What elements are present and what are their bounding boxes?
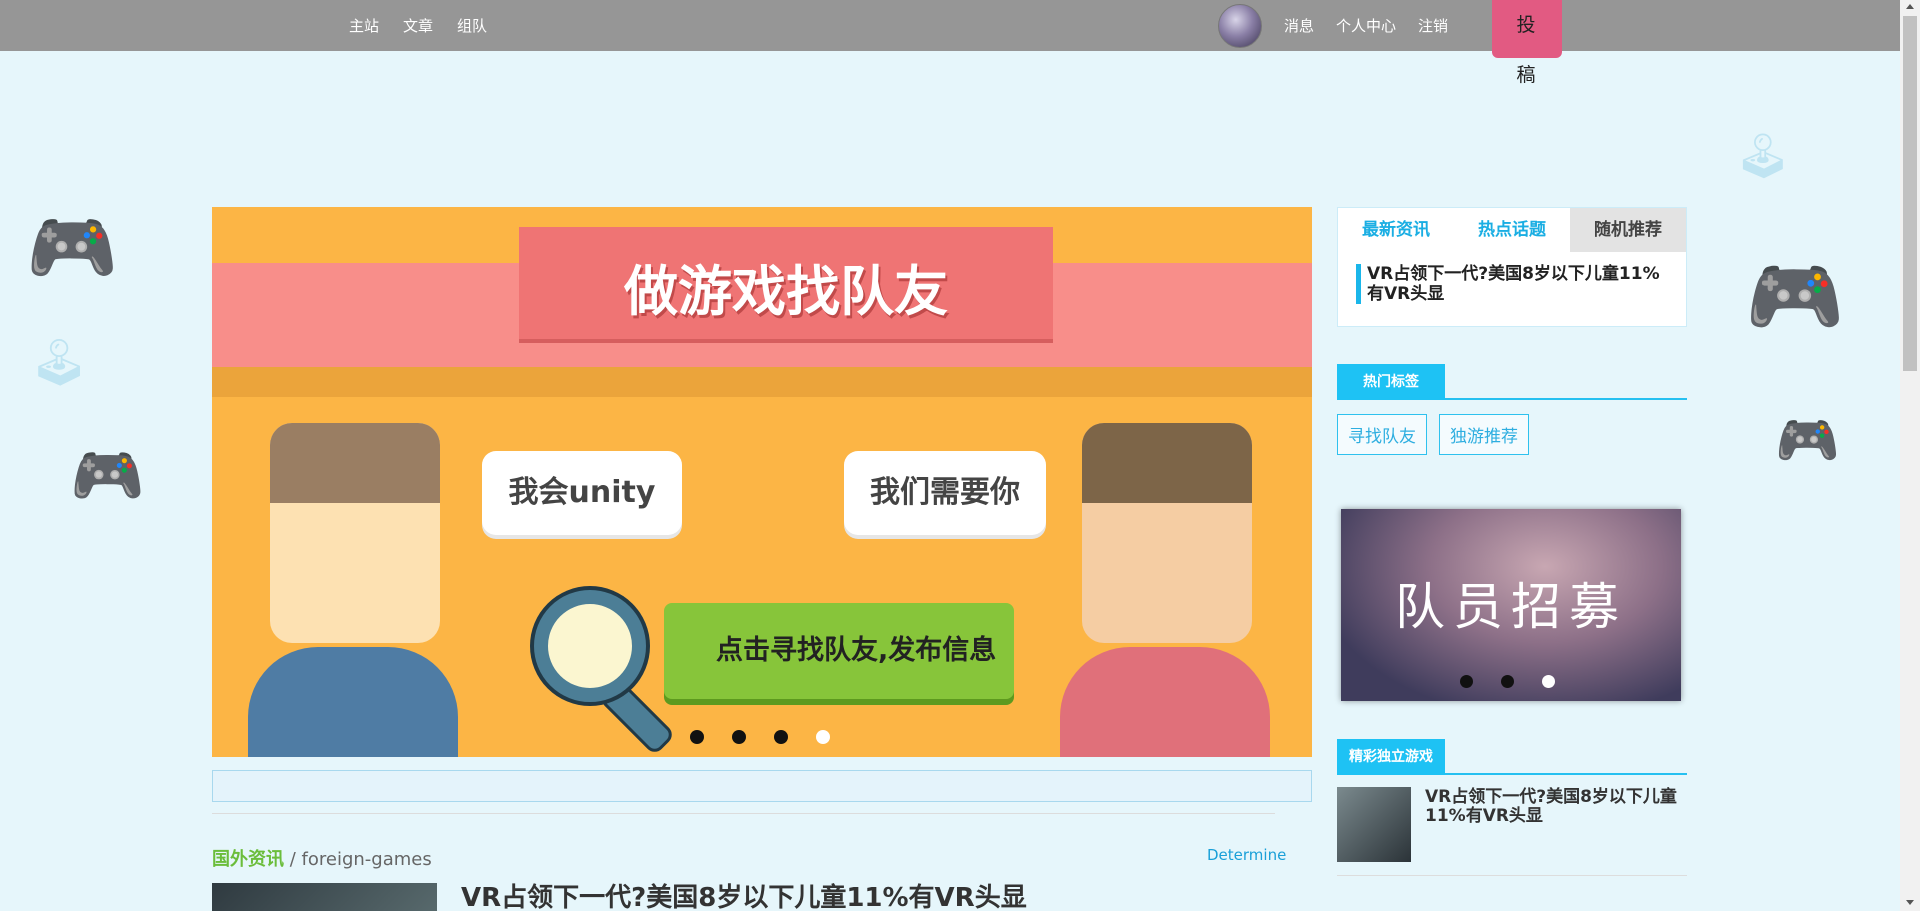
tab-random[interactable]: 随机推荐 xyxy=(1570,208,1686,252)
section-subtitle: / foreign-games xyxy=(289,849,432,870)
scroll-thumb[interactable] xyxy=(1903,16,1917,371)
nav-team-link[interactable]: 组队 xyxy=(457,15,487,36)
recruit-pagination xyxy=(1460,675,1555,688)
right-character-hair xyxy=(1082,423,1252,503)
nav-profile-link[interactable]: 个人中心 xyxy=(1336,15,1396,36)
gamepad-icon: 🎮 xyxy=(70,441,145,511)
hot-tags-list: 寻找队友 独游推荐 xyxy=(1337,414,1529,455)
recruit-dot-3[interactable] xyxy=(1542,675,1555,688)
nav-articles-link[interactable]: 文章 xyxy=(403,15,433,36)
news-tabs-box: 最新资讯 热点话题 随机推荐 VR占领下一代?美国8岁以下儿童11%有VR头显 xyxy=(1337,207,1687,327)
banner-band xyxy=(212,367,1312,397)
find-teammates-cta[interactable]: 点击寻找队友,发布信息 xyxy=(664,603,1014,699)
recruit-dot-2[interactable] xyxy=(1501,675,1514,688)
nav-logout-link[interactable]: 注销 xyxy=(1418,15,1448,36)
right-character-shirt xyxy=(1060,647,1270,757)
gamepad-icon: 🎮 xyxy=(1745,250,1845,343)
nav-messages-link[interactable]: 消息 xyxy=(1284,15,1314,36)
nav-home-link[interactable]: 主站 xyxy=(349,15,379,36)
magnifier-icon xyxy=(534,590,646,702)
article-thumbnail[interactable] xyxy=(212,883,437,911)
speech-bubble-left: 我会unity xyxy=(482,451,682,535)
recruit-banner-carousel[interactable]: 队员招募 xyxy=(1341,509,1681,701)
gamepad-icon: 🎮 xyxy=(1775,411,1840,471)
post-button[interactable]: 投 稿 xyxy=(1492,0,1562,86)
tag-indie-recommend[interactable]: 独游推荐 xyxy=(1439,414,1529,455)
section-title: 国外资讯 xyxy=(212,849,284,870)
recruit-title: 队员招募 xyxy=(1395,578,1627,636)
hot-tags-title: 热门标签 xyxy=(1337,364,1445,400)
left-character-hair xyxy=(270,423,440,503)
joystick-icon: 🕹 xyxy=(30,335,89,389)
tab-news-item[interactable]: VR占领下一代?美国8岁以下儿童11%有VR头显 xyxy=(1356,264,1674,304)
tab-hot[interactable]: 热点话题 xyxy=(1454,208,1570,252)
news-tabs: 最新资讯 热点话题 随机推荐 xyxy=(1338,208,1686,252)
article-title[interactable]: VR占领下一代?美国8岁以下儿童11%有VR头显 xyxy=(461,877,1027,911)
indie-divider xyxy=(1337,875,1687,876)
indie-games-title: 精彩独立游戏 xyxy=(1337,739,1445,775)
scroll-up-arrow-icon[interactable] xyxy=(1906,4,1914,9)
indie-games-header: 精彩独立游戏 xyxy=(1337,739,1687,775)
tab-latest[interactable]: 最新资讯 xyxy=(1338,208,1454,252)
banner-title: 做游戏找队友 xyxy=(624,260,948,323)
banner-dot-1[interactable] xyxy=(690,730,704,744)
hot-tags-header: 热门标签 xyxy=(1337,364,1687,400)
banner-dot-4[interactable] xyxy=(816,730,830,744)
page-scrollbar[interactable] xyxy=(1900,0,1920,911)
gamepad-icon: 🎮 xyxy=(26,205,119,291)
recruit-dot-1[interactable] xyxy=(1460,675,1473,688)
nav-left-group: 主站 文章 组队 xyxy=(349,0,487,51)
left-character-shirt xyxy=(248,647,458,757)
top-nav: 主站 文章 组队 消息 个人中心 注销 投 稿 xyxy=(0,0,1900,86)
nav-right-group: 消息 个人中心 注销 xyxy=(1218,0,1448,51)
divider xyxy=(212,813,1275,814)
banner-pagination xyxy=(690,730,830,744)
banner-dot-3[interactable] xyxy=(774,730,788,744)
section-more-link[interactable]: Determine xyxy=(1207,846,1286,864)
main-banner-carousel[interactable]: 做游戏找队友 我会unity 我们需要你 点击寻找队友,发布信息 xyxy=(212,207,1312,757)
speech-bubble-right: 我们需要你 xyxy=(844,451,1046,535)
banner-caption-strip xyxy=(212,770,1312,802)
tag-find-teammates[interactable]: 寻找队友 xyxy=(1337,414,1427,455)
avatar[interactable] xyxy=(1218,3,1262,48)
section-header: 国外资讯 / foreign-games xyxy=(212,845,432,871)
joystick-icon: 🕹 xyxy=(1735,131,1791,182)
indie-game-thumbnail[interactable] xyxy=(1337,787,1411,862)
indie-game-title[interactable]: VR占领下一代?美国8岁以下儿童11%有VR头显 xyxy=(1425,788,1687,826)
banner-dot-2[interactable] xyxy=(732,730,746,744)
scroll-down-arrow-icon[interactable] xyxy=(1906,900,1914,905)
